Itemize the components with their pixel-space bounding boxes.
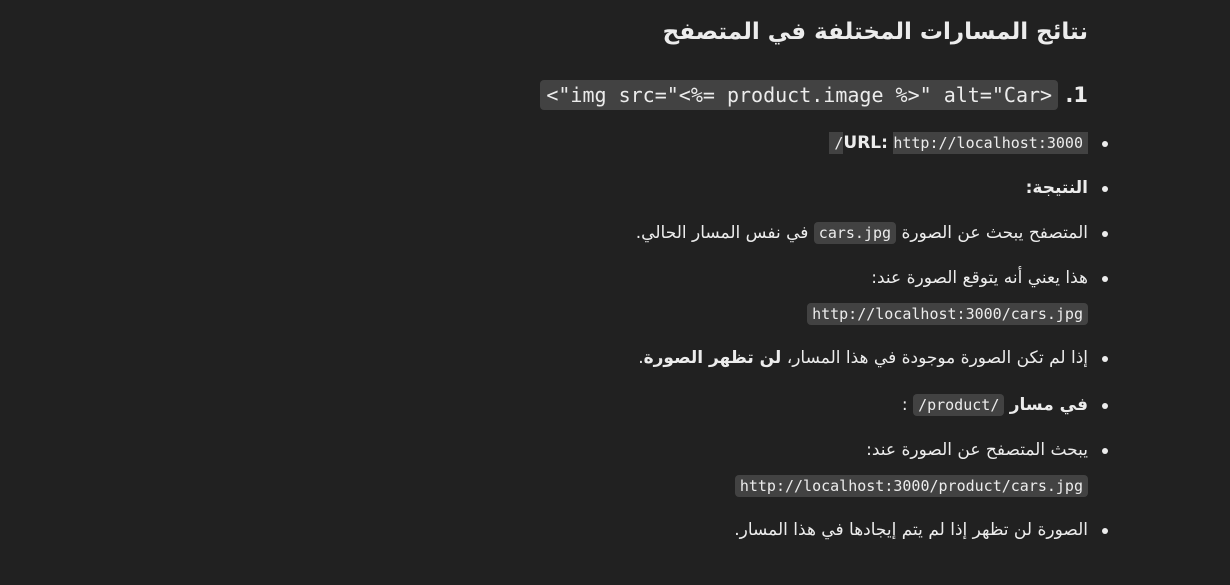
search-text-end: في نفس المسار الحالي. — [635, 223, 809, 243]
product-search-text: يبحث المتصفح عن الصورة عند: — [866, 440, 1088, 460]
section-heading: نتائج المسارات المختلفة في المتصفح — [662, 19, 1088, 45]
item-number: 1. — [1065, 83, 1088, 107]
filename-code: cars.jpg — [813, 222, 897, 244]
list-item-final: الصورة لن تظهر إذا لم يتم إيجادها في هذا… — [734, 518, 1108, 542]
list-item-missing: إذا لم تكن الصورة موجودة في هذا المسار، … — [638, 346, 1108, 370]
missing-text: إذا لم تكن الصورة موجودة في هذا المسار، — [786, 348, 1088, 368]
expect-url-code: http://localhost:3000/cars.jpg — [807, 303, 1088, 325]
list-item-expect: هذا يعني أنه يتوقع الصورة عند: — [871, 266, 1108, 290]
result-label: النتيجة: — [1025, 178, 1088, 198]
product-colon: : — [901, 395, 908, 415]
list-item-product-search: يبحث المتصفح عن الصورة عند: — [866, 438, 1108, 462]
product-path-code: /product/ — [913, 394, 1005, 416]
list-item-product-path: في مسار /product/ : — [901, 393, 1109, 417]
product-label: في مسار — [1009, 395, 1088, 415]
search-text: المتصفح يبحث عن الصورة — [901, 223, 1088, 243]
url-label: URL: — [843, 133, 888, 153]
list-item-url: URL: http://localhost:3000/ — [829, 131, 1108, 155]
product-url-line: http://localhost:3000/product/cars.jpg — [734, 474, 1088, 498]
numbered-item-1: 1. <img src="<%= product.image %>" alt="… — [540, 79, 1088, 111]
list-item-result: النتيجة: — [1025, 176, 1109, 200]
expect-text: هذا يعني أنه يتوقع الصورة عند: — [871, 268, 1088, 288]
img-tag-code: <img src="<%= product.image %>" alt="Car… — [540, 80, 1059, 110]
final-text: الصورة لن تظهر إذا لم يتم إيجادها في هذا… — [734, 520, 1088, 540]
missing-bold: لن تظهر الصورة — [643, 348, 782, 368]
expect-url-line: http://localhost:3000/cars.jpg — [807, 302, 1088, 326]
list-item-search: المتصفح يبحث عن الصورة cars.jpg في نفس ا… — [635, 221, 1109, 245]
product-url-code: http://localhost:3000/product/cars.jpg — [734, 475, 1088, 497]
